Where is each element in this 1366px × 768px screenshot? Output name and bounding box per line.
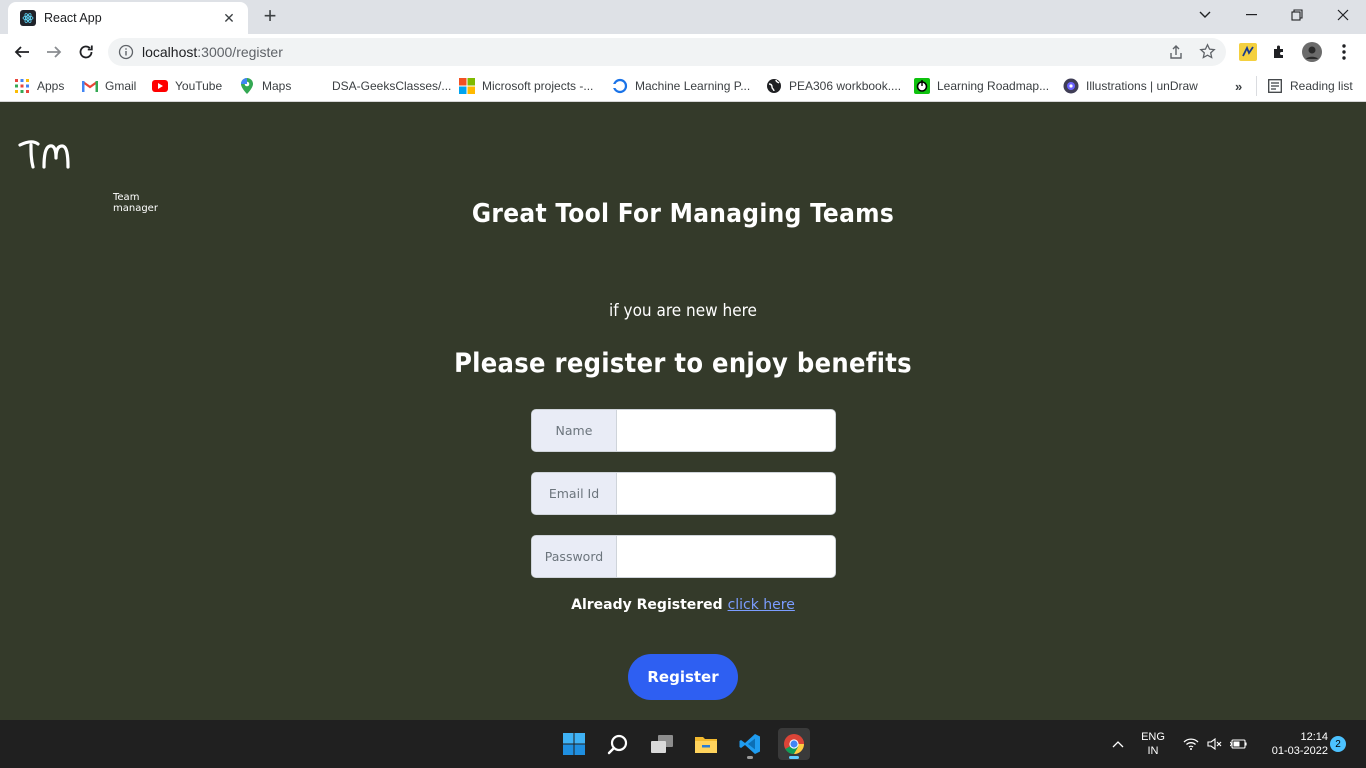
file-explorer-icon[interactable] [690,728,722,760]
login-link[interactable]: click here [728,597,795,613]
email-input[interactable] [617,473,835,514]
undraw-icon [1063,78,1079,94]
name-field-group: Name [531,409,836,452]
address-bar[interactable]: localhost:3000/register [108,38,1226,66]
reload-button[interactable] [72,38,100,66]
url-text[interactable]: localhost:3000/register [142,44,283,60]
bookmark-label: Gmail [105,79,137,93]
bookmark-undraw[interactable]: Illustrations | unDraw [1063,76,1198,96]
minimize-button[interactable] [1228,0,1274,30]
bookmark-dsa-geeksclasses[interactable]: DSA-GeeksClasses/... [332,76,451,96]
bookmark-label: PEA306 workbook.... [789,79,902,93]
more-bookmarks-button[interactable]: » [1235,76,1242,96]
chrome-menu-icon[interactable] [1334,42,1354,62]
bookmark-machine-learning[interactable]: Machine Learning P... [612,76,750,96]
language-code: ENG [1141,731,1165,743]
back-button[interactable] [8,38,36,66]
extension-notes-icon[interactable] [1238,42,1258,62]
team-manager-logo[interactable]: Team manager [18,137,178,214]
search-icon[interactable] [602,728,634,760]
bookmark-label: YouTube [175,79,223,93]
bookmark-label: Illustrations | unDraw [1086,79,1198,93]
vscode-running-indicator [747,756,753,759]
tab-react-app[interactable]: React App ✕ [8,2,248,34]
bookmark-maps[interactable]: Maps [239,76,291,96]
bookmark-label: Learning Roadmap... [937,79,1050,93]
email-field-group: Email Id [531,472,836,515]
restore-button[interactable] [1274,0,1320,30]
chrome-active-indicator [789,756,799,759]
forward-button[interactable] [40,38,68,66]
bookmark-apps[interactable]: Apps [14,76,64,96]
already-registered-text: Already Registered click here [0,597,1366,613]
globe-icon [766,78,782,94]
reading-list-button[interactable]: Reading list [1256,76,1353,96]
chrome-taskbar-icon[interactable] [778,728,810,760]
bookmark-star-icon[interactable] [1199,43,1216,65]
bookmark-label: Microsoft projects -... [482,79,594,93]
bookmark-gmail[interactable]: Gmail [82,76,136,96]
already-registered-label: Already Registered [571,597,723,613]
youtube-icon [152,78,168,94]
region-code: IN [1147,745,1159,757]
language-indicator[interactable]: ENG IN [1138,730,1168,758]
tab-title: React App [44,11,102,25]
bookmark-pea306-workbook[interactable]: PEA306 workbook.... [766,76,901,96]
reading-list-label: Reading list [1290,79,1353,93]
password-input[interactable] [617,536,835,577]
bookmarks-bar: Apps Gmail YouTube Maps DSA-GeeksClasses… [0,70,1366,102]
notification-badge[interactable]: 2 [1330,736,1346,752]
ml-icon [612,78,628,94]
react-favicon-icon [20,10,36,26]
windows-taskbar: ENG IN 12:14 01-03-2022 [0,720,1366,768]
browser-toolbar: localhost:3000/register [0,34,1366,70]
site-info-icon[interactable] [118,44,134,60]
clock-time: 12:14 [1300,731,1328,743]
profile-avatar-icon[interactable] [1302,42,1322,62]
clock-date: 01-03-2022 [1271,745,1328,757]
vscode-icon[interactable] [734,728,766,760]
roadmap-icon [914,78,930,94]
extensions-puzzle-icon[interactable] [1270,42,1290,62]
show-hidden-icons-chevron-icon[interactable] [1104,728,1132,760]
close-window-button[interactable] [1320,0,1366,30]
page-headline: Great Tool For Managing Teams [471,199,895,229]
bookmark-youtube[interactable]: YouTube [152,76,222,96]
url-host: localhost [142,44,198,60]
tab-strip: React App ✕ + [0,0,1366,34]
register-page: Team manager Great Tool For Managing Tea… [0,103,1366,720]
email-field-label: Email Id [532,473,617,514]
password-field-label: Password [532,536,617,577]
bookmark-label: DSA-GeeksClasses/... [332,79,452,93]
tm-logo-icon [18,140,70,169]
register-heading: Please register to enjoy benefits [454,348,912,379]
tab-search-chevron-icon[interactable] [1182,0,1228,30]
bookmark-label: Apps [37,79,65,93]
maps-icon [239,78,255,94]
windows-start-icon[interactable] [558,728,590,760]
bookmark-label: Machine Learning P... [635,79,751,93]
share-icon[interactable] [1168,44,1184,65]
new-tab-button[interactable]: + [258,4,282,28]
name-field-label: Name [532,410,617,451]
bookmark-learning-roadmap[interactable]: Learning Roadmap... [914,76,1049,96]
page-subheadline: if you are new here [609,301,757,321]
reading-list-icon [1267,78,1283,94]
register-button[interactable]: Register [628,654,738,700]
clock[interactable]: 12:14 01-03-2022 [1256,730,1328,758]
wifi-icon[interactable] [1178,728,1204,760]
microsoft-icon [459,78,475,94]
volume-muted-icon[interactable] [1202,728,1228,760]
apps-grid-icon [14,78,30,94]
name-input[interactable] [617,410,835,451]
bookmark-label: Maps [262,79,292,93]
gmail-icon [82,78,98,94]
task-view-icon[interactable] [646,728,678,760]
bookmark-microsoft-projects[interactable]: Microsoft projects -... [459,76,593,96]
battery-icon[interactable] [1226,728,1252,760]
password-field-group: Password [531,535,836,578]
url-path: :3000/register [197,44,283,60]
tab-close-icon[interactable]: ✕ [220,10,238,27]
